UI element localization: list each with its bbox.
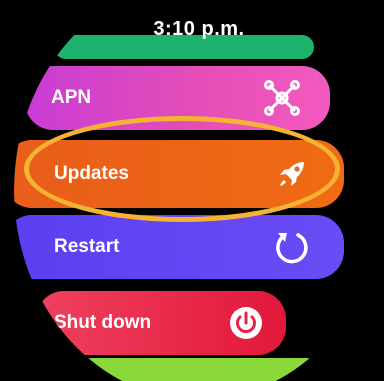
watch-face: 3:10 p.m. APN Updates Restart Shut down [14, 0, 384, 381]
menu-item-apn[interactable]: APN [25, 66, 330, 130]
menu-item-updates[interactable]: Updates [14, 140, 344, 208]
watch-screen: 3:10 p.m. APN Updates Restart Shut down [0, 0, 384, 381]
list-item-partial-bottom[interactable] [74, 358, 324, 381]
menu-item-label: Restart [54, 236, 120, 257]
rocket-icon [270, 152, 314, 196]
menu-item-label: Updates [54, 163, 129, 184]
restart-icon [270, 225, 314, 269]
menu-item-label: APN [51, 87, 92, 108]
network-nodes-icon [260, 76, 304, 120]
menu-item-shut-down[interactable]: Shut down [36, 291, 286, 355]
menu-item-label: Shut down [54, 312, 152, 333]
status-time: 3:10 p.m. [153, 18, 245, 40]
menu-item-restart[interactable]: Restart [14, 215, 344, 279]
power-icon [224, 301, 268, 345]
